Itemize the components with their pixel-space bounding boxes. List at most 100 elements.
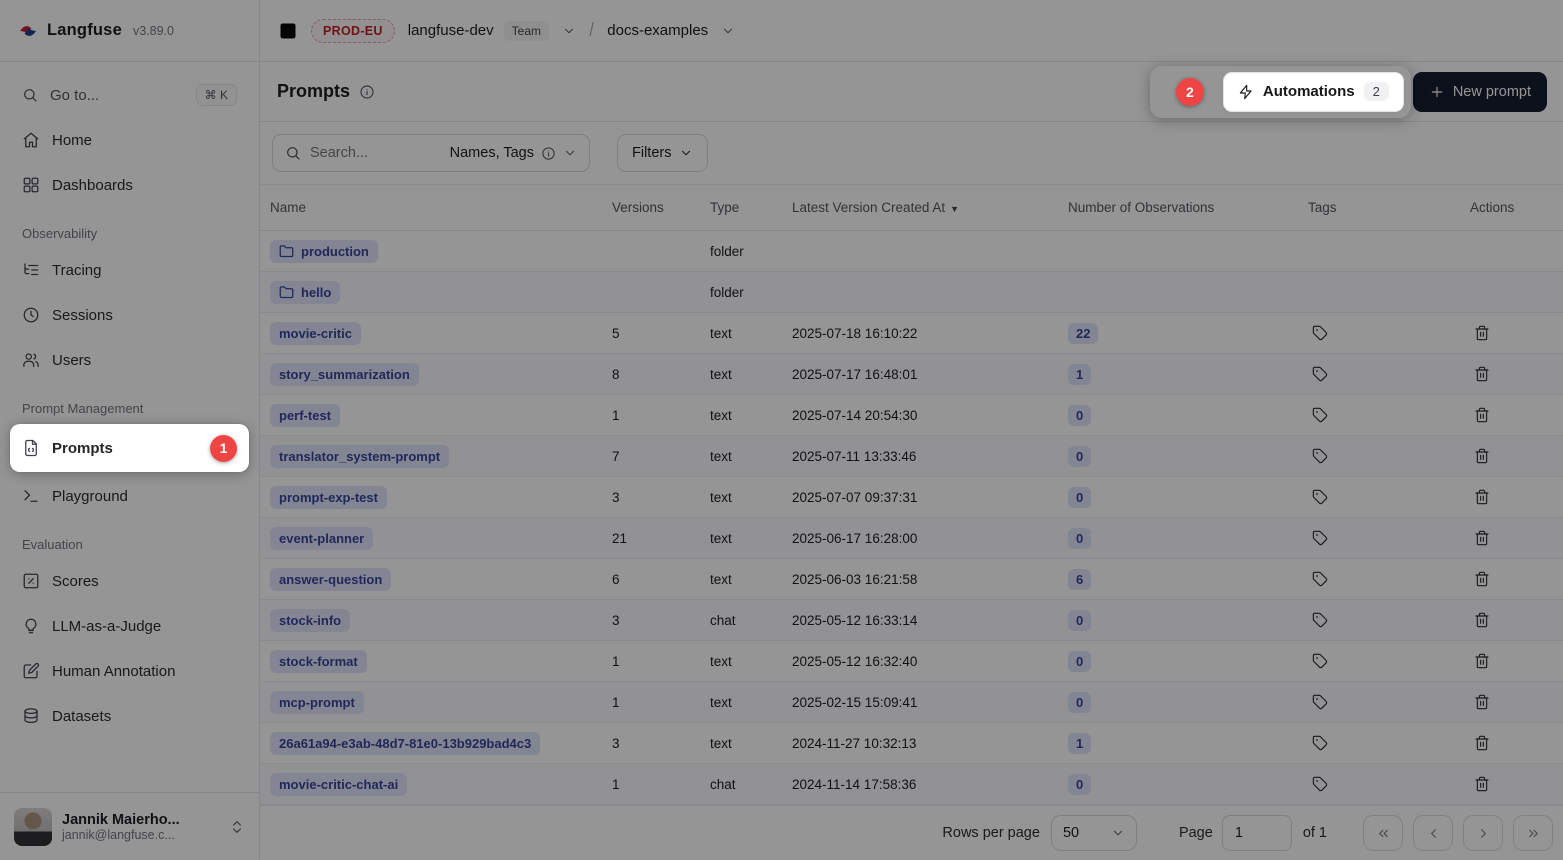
tag-button[interactable] (1308, 362, 1332, 386)
delete-button[interactable] (1470, 690, 1494, 714)
sidebar-toggle-button[interactable] (278, 21, 298, 41)
tag-button[interactable] (1308, 485, 1332, 509)
type-cell: text (710, 531, 792, 546)
sidebar-item-users[interactable]: Users (10, 339, 249, 381)
sidebar-item-prompts[interactable]: Prompts 1 (10, 424, 249, 472)
prompt-name-badge[interactable]: perf-test (270, 404, 340, 427)
rows-per-page-select[interactable]: 50 (1051, 815, 1137, 851)
sidebar-item-human-annotation[interactable]: Human Annotation (10, 650, 249, 692)
first-page-button[interactable] (1363, 815, 1403, 851)
prompt-name-badge[interactable]: movie-critic-chat-ai (270, 773, 407, 796)
table-row[interactable]: event-planner 21 text 2025-06-17 16:28:0… (260, 518, 1563, 559)
table-row[interactable]: stock-info 3 chat 2025-05-12 16:33:14 0 (260, 600, 1563, 641)
tag-button[interactable] (1308, 608, 1332, 632)
table-row[interactable]: story_summarization 8 text 2025-07-17 16… (260, 354, 1563, 395)
prompt-name-badge[interactable]: prompt-exp-test (270, 486, 387, 509)
column-header-name[interactable]: Name (260, 200, 612, 215)
prompt-name-badge[interactable]: mcp-prompt (270, 691, 364, 714)
table-row[interactable]: stock-format 1 text 2025-05-12 16:32:40 … (260, 641, 1563, 682)
table-row[interactable]: perf-test 1 text 2025-07-14 20:54:30 0 (260, 395, 1563, 436)
tag-button[interactable] (1308, 444, 1332, 468)
prompt-name-badge[interactable]: stock-info (270, 609, 350, 632)
delete-button[interactable] (1470, 526, 1494, 550)
user-menu[interactable]: Jannik Maierho... jannik@langfuse.c... (0, 792, 259, 860)
search-scope-select[interactable]: Names, Tags (450, 145, 577, 161)
table-row[interactable]: answer-question 6 text 2025-06-03 16:21:… (260, 559, 1563, 600)
column-header-type[interactable]: Type (710, 200, 792, 215)
prompt-name-badge[interactable]: production (270, 240, 378, 263)
sidebar-item-sessions[interactable]: Sessions (10, 294, 249, 336)
delete-button[interactable] (1470, 321, 1494, 345)
tag-button[interactable] (1308, 649, 1332, 673)
new-prompt-button[interactable]: New prompt (1413, 72, 1547, 112)
prompt-name-badge[interactable]: answer-question (270, 568, 391, 591)
sidebar-item-llm-as-a-judge[interactable]: LLM-as-a-Judge (10, 605, 249, 647)
table-row[interactable]: production folder (260, 231, 1563, 272)
sidebar-item-label: Sessions (52, 307, 113, 324)
filters-button[interactable]: Filters (617, 134, 708, 172)
search-input[interactable] (310, 145, 441, 161)
column-header-versions[interactable]: Versions (612, 200, 710, 215)
section-observability: Observability (22, 226, 245, 241)
delete-button[interactable] (1470, 567, 1494, 591)
prompt-name-badge[interactable]: translator_system-prompt (270, 445, 449, 468)
tag-button[interactable] (1308, 321, 1332, 345)
delete-button[interactable] (1470, 362, 1494, 386)
tag-button[interactable] (1308, 690, 1332, 714)
delete-button[interactable] (1470, 608, 1494, 632)
last-page-button[interactable] (1513, 815, 1553, 851)
page-number-input[interactable] (1222, 815, 1292, 851)
table-row[interactable]: mcp-prompt 1 text 2025-02-15 15:09:41 0 (260, 682, 1563, 723)
column-header-tags[interactable]: Tags (1308, 200, 1470, 215)
column-header-number-of-observations[interactable]: Number of Observations (1068, 200, 1308, 215)
environment-badge[interactable]: PROD-EU (311, 19, 395, 43)
tag-button[interactable] (1308, 567, 1332, 591)
annotation-step-1: 1 (210, 435, 237, 462)
tag-button[interactable] (1308, 731, 1332, 755)
sidebar-item-dashboards[interactable]: Dashboards (10, 164, 249, 206)
delete-button[interactable] (1470, 772, 1494, 796)
delete-button[interactable] (1470, 403, 1494, 427)
org-name[interactable]: langfuse-dev (408, 22, 494, 39)
tag-button[interactable] (1308, 526, 1332, 550)
previous-page-button[interactable] (1413, 815, 1453, 851)
tags-cell (1308, 649, 1470, 673)
prompt-name-badge[interactable]: event-planner (270, 527, 373, 550)
delete-button[interactable] (1470, 444, 1494, 468)
prompt-name-badge[interactable]: 26a61a94-e3ab-48d7-81e0-13b929bad4c3 (270, 732, 540, 755)
automations-button[interactable]: Automations 2 (1223, 72, 1404, 112)
table-row[interactable]: movie-critic 5 text 2025-07-18 16:10:22 … (260, 313, 1563, 354)
table-row[interactable]: 26a61a94-e3ab-48d7-81e0-13b929bad4c3 3 t… (260, 723, 1563, 764)
sidebar-item-datasets[interactable]: Datasets (10, 695, 249, 737)
table-row[interactable]: hello folder (260, 272, 1563, 313)
column-header-latest-version-created-at[interactable]: Latest Version Created At▼ (792, 200, 1068, 215)
org-switcher-button[interactable] (562, 24, 576, 38)
trash-icon (1474, 325, 1490, 341)
delete-button[interactable] (1470, 731, 1494, 755)
next-page-button[interactable] (1463, 815, 1503, 851)
prompt-name-badge[interactable]: stock-format (270, 650, 367, 673)
trash-icon (1474, 530, 1490, 546)
project-name[interactable]: docs-examples (607, 22, 708, 39)
type-cell: chat (710, 613, 792, 628)
tag-button[interactable] (1308, 772, 1332, 796)
page-title-info-button[interactable] (359, 84, 375, 100)
prompt-name-badge[interactable]: movie-critic (270, 322, 361, 345)
sidebar-item-playground[interactable]: Playground (10, 475, 249, 517)
table-row[interactable]: prompt-exp-test 3 text 2025-07-07 09:37:… (260, 477, 1563, 518)
prompt-name-badge[interactable]: story_summarization (270, 363, 419, 386)
tag-button[interactable] (1308, 403, 1332, 427)
prompt-name-badge[interactable]: hello (270, 281, 340, 304)
sidebar-item-tracing[interactable]: Tracing (10, 249, 249, 291)
project-switcher-button[interactable] (721, 24, 735, 38)
delete-button[interactable] (1470, 649, 1494, 673)
sidebar-item-scores[interactable]: Scores (10, 560, 249, 602)
search-icon (22, 87, 38, 103)
delete-button[interactable] (1470, 485, 1494, 509)
table-row[interactable]: translator_system-prompt 7 text 2025-07-… (260, 436, 1563, 477)
sidebar-item-label: Users (52, 352, 91, 369)
sidebar-item-home[interactable]: Home (10, 119, 249, 161)
table-row[interactable]: movie-critic-chat-ai 1 chat 2024-11-14 1… (260, 764, 1563, 805)
name-cell: production (260, 240, 612, 263)
goto-search[interactable]: Go to... ⌘ K (10, 74, 249, 116)
